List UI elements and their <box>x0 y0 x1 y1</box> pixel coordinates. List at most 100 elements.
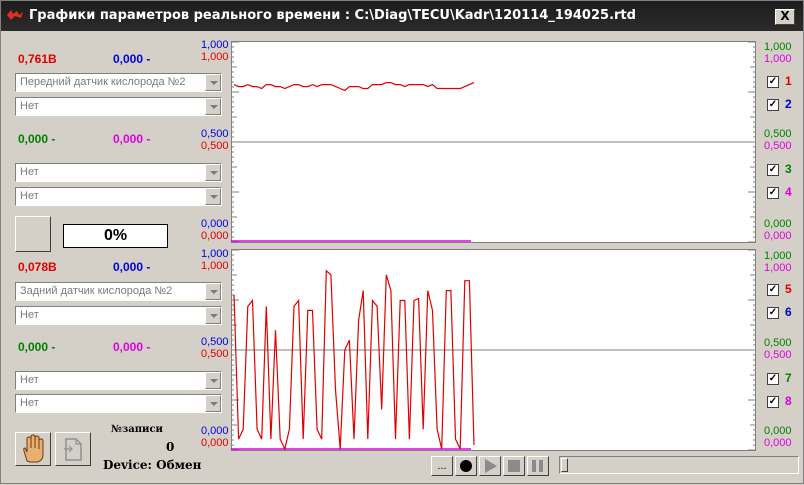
stop-button[interactable] <box>503 456 525 476</box>
value-ch8: 0,000 - <box>113 340 151 354</box>
sensor-select-ch2[interactable]: Нет <box>15 97 222 116</box>
value-ch4: 0,000 - <box>113 132 151 146</box>
pause-button[interactable] <box>527 456 549 476</box>
sensor-select-ch1[interactable]: Передний датчик кислорода №2 <box>15 73 222 92</box>
checkbox-ch1[interactable]: ✓ <box>767 76 779 88</box>
axis-right-mid-mag-2: 0,500 <box>764 349 792 361</box>
checkbox-label-ch6: 6 <box>785 305 792 319</box>
value-ch2: 0,000 - <box>113 52 151 66</box>
play-button[interactable] <box>479 456 501 476</box>
axis-right-bot-green: 0,000 <box>764 218 792 230</box>
checkbox-ch4[interactable]: ✓ <box>767 187 779 199</box>
checkbox-ch7[interactable]: ✓ <box>767 373 779 385</box>
chevron-down-icon[interactable] <box>205 188 221 205</box>
axis-right-mid-green-2: 0,500 <box>764 337 792 349</box>
sensor-select-ch1-value: Передний датчик кислорода №2 <box>20 76 186 88</box>
axis-left-bot-blue-2: 0,000 <box>201 425 229 437</box>
checkbox-ch6[interactable]: ✓ <box>767 307 779 319</box>
pause-icon <box>532 460 543 472</box>
sensor-select-ch7[interactable]: Нет <box>15 371 222 390</box>
axis-left-mid-red: 0,500 <box>201 140 229 152</box>
hand-button[interactable] <box>15 432 51 466</box>
sensor-select-ch4-value: Нет <box>20 190 39 202</box>
left-panel: 0,761В 0,000 - Передний датчик кислорода… <box>1 31 231 485</box>
axis-left-mid-blue-2: 0,500 <box>201 336 229 348</box>
checkbox-label-ch3: 3 <box>785 162 792 176</box>
axis-left-bot-red-2: 0,000 <box>201 437 229 449</box>
device-label: Device: <box>103 458 152 472</box>
slider-thumb[interactable] <box>561 458 568 472</box>
checkbox-label-ch8: 8 <box>785 394 792 408</box>
sensor-select-ch6-value: Нет <box>20 309 39 321</box>
axis-left-mid-red-2: 0,500 <box>201 348 229 360</box>
progress-percent: 0% <box>63 224 168 248</box>
checkbox-label-ch4: 4 <box>785 185 792 199</box>
chevron-down-icon[interactable] <box>205 283 221 300</box>
chevron-down-icon[interactable] <box>205 74 221 91</box>
checkbox-ch8[interactable]: ✓ <box>767 396 779 408</box>
axis-left-bot-blue: 0,000 <box>201 218 229 230</box>
playback-slider[interactable] <box>559 456 799 474</box>
close-icon: X <box>780 9 790 23</box>
axis-right-bot-mag: 0,000 <box>764 230 792 242</box>
record-button[interactable] <box>455 456 477 476</box>
axis-right-mid-mag: 0,500 <box>764 140 792 152</box>
axis-left-top-blue-2: 1,000 <box>201 248 229 260</box>
record-number-value: 0 <box>166 440 175 454</box>
chevron-down-icon[interactable] <box>205 372 221 389</box>
value-ch7: 0,000 - <box>18 340 56 354</box>
sensor-select-ch3[interactable]: Нет <box>15 163 222 182</box>
chevron-down-icon[interactable] <box>205 307 221 324</box>
axis-right-top-mag: 1,000 <box>764 53 792 65</box>
more-button[interactable]: ... <box>431 456 453 476</box>
device-status-value: Обмен <box>156 458 202 472</box>
sensor-select-ch5[interactable]: Задний датчик кислорода №2 <box>15 282 222 301</box>
chevron-down-icon[interactable] <box>205 98 221 115</box>
chevron-down-icon[interactable] <box>205 164 221 181</box>
series-line <box>233 82 475 92</box>
axis-right-top-green-2: 1,000 <box>764 250 792 262</box>
toggle-button[interactable] <box>15 216 51 252</box>
record-number-label: №записи <box>111 424 163 435</box>
close-button[interactable]: X <box>775 9 795 25</box>
window-title: Графики параметров реального времени : C… <box>29 8 636 23</box>
sensor-select-ch3-value: Нет <box>20 166 39 178</box>
checkbox-label-ch7: 7 <box>785 371 792 385</box>
axis-left-mid-blue: 0,500 <box>201 128 229 140</box>
title-bar[interactable]: Графики параметров реального времени : C… <box>1 1 803 31</box>
value-ch1: 0,761В <box>18 52 57 66</box>
checkbox-ch3[interactable]: ✓ <box>767 164 779 176</box>
axis-right-top-mag-2: 1,000 <box>764 262 792 274</box>
checkbox-label-ch2: 2 <box>785 97 792 111</box>
stop-icon <box>508 460 520 472</box>
more-label: ... <box>437 460 447 472</box>
axis-right-mid-green: 0,500 <box>764 128 792 140</box>
value-ch6: 0,000 - <box>113 260 151 274</box>
chart-top <box>231 41 756 243</box>
axis-right-bot-mag-2: 0,000 <box>764 437 792 449</box>
axis-right-bot-green-2: 0,000 <box>764 425 792 437</box>
axis-left-top-blue: 1,000 <box>201 39 229 51</box>
axis-right-top-green: 1,000 <box>764 41 792 53</box>
series-line <box>233 269 475 451</box>
checkbox-label-ch5: 5 <box>785 282 792 296</box>
checkbox-ch2[interactable]: ✓ <box>767 99 779 111</box>
value-ch3: 0,000 - <box>18 132 56 146</box>
sensor-select-ch7-value: Нет <box>20 374 39 386</box>
sensor-select-ch4[interactable]: Нет <box>15 187 222 206</box>
checkbox-ch5[interactable]: ✓ <box>767 284 779 296</box>
play-icon <box>485 459 497 473</box>
axis-left-bot-red: 0,000 <box>201 230 229 242</box>
chart-bottom <box>231 249 756 451</box>
axis-left-top-red-2: 1,000 <box>201 260 229 272</box>
hand-icon <box>23 434 44 463</box>
chevron-down-icon[interactable] <box>205 395 221 412</box>
checkbox-label-ch1: 1 <box>785 74 792 88</box>
sensor-select-ch6[interactable]: Нет <box>15 306 222 325</box>
document-button[interactable] <box>55 432 91 466</box>
sensor-select-ch8-value: Нет <box>20 397 39 409</box>
device-status: Device: Обмен <box>103 458 201 472</box>
sensor-select-ch2-value: Нет <box>20 100 39 112</box>
sensor-select-ch8[interactable]: Нет <box>15 394 222 413</box>
record-icon <box>460 460 472 472</box>
